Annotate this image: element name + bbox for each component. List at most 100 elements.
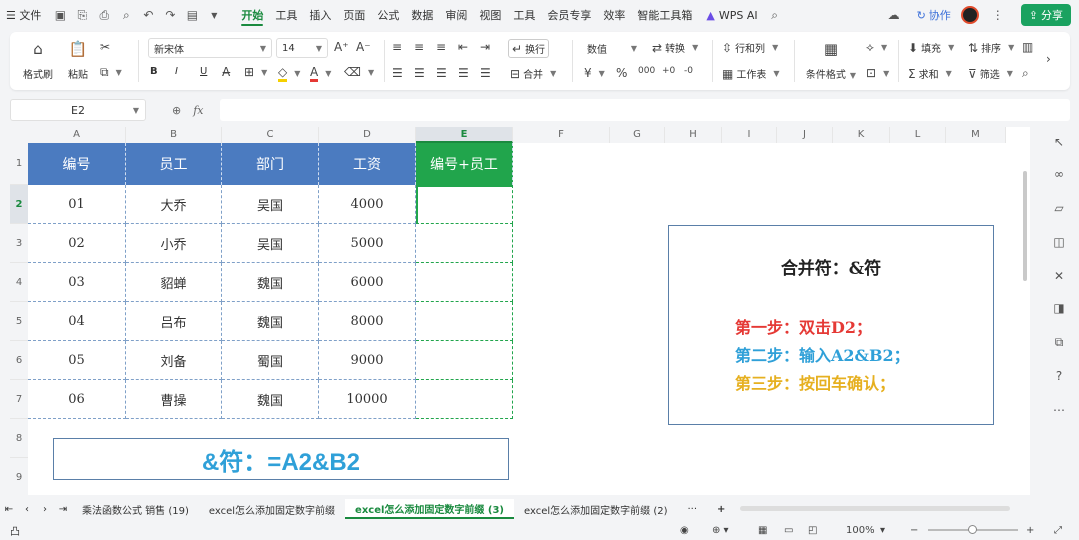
decrease-decimal-icon[interactable]: -0 bbox=[684, 66, 693, 76]
shape-icon[interactable]: ▱ bbox=[1050, 199, 1068, 217]
convert-button[interactable]: ⇄ 转换 ▼ bbox=[652, 40, 698, 56]
table-cell[interactable]: 魏国 bbox=[222, 302, 319, 341]
select-all-corner[interactable] bbox=[10, 127, 28, 143]
bold-button[interactable]: B bbox=[150, 66, 158, 77]
header-cell[interactable]: 工资 bbox=[319, 143, 416, 185]
distribute-icon[interactable]: ☰ bbox=[480, 66, 491, 80]
tab-member[interactable]: 会员专享 bbox=[541, 0, 597, 30]
table-cell[interactable] bbox=[416, 263, 513, 302]
sheet-tab-3[interactable]: excel怎么添加固定数字前缀 (3) bbox=[345, 499, 514, 519]
sheet-tab-2[interactable]: excel怎么添加固定数字前缀 bbox=[199, 499, 345, 519]
undo-icon[interactable]: ↶ bbox=[139, 6, 157, 24]
fx-icon[interactable]: fx bbox=[193, 104, 203, 117]
table-cell[interactable]: 05 bbox=[28, 341, 126, 380]
link-icon[interactable]: ∞ bbox=[1050, 165, 1068, 183]
column-header-a[interactable]: A bbox=[28, 127, 126, 143]
help-icon[interactable]: ? bbox=[1050, 367, 1068, 385]
fullscreen-icon[interactable]: ⤢ bbox=[1054, 525, 1062, 536]
page-layout-icon[interactable]: ▭ bbox=[784, 525, 793, 536]
horizontal-scrollbar[interactable] bbox=[740, 506, 1010, 511]
number-format-select[interactable]: 数值 ▼ bbox=[582, 38, 642, 58]
table-cell[interactable]: 蜀国 bbox=[222, 341, 319, 380]
border-icon[interactable]: ⊞ ▼ bbox=[244, 65, 267, 79]
sheet-tab-1[interactable]: 乘法函数公式 销售 (19) bbox=[72, 499, 199, 519]
select-cursor-icon[interactable]: ↖ bbox=[1050, 133, 1068, 151]
align-top-icon[interactable]: ≡ bbox=[392, 40, 402, 54]
worksheet-grid[interactable]: ABCDEFGHIJKLM 123456789 编号 员工 部门 工资 编号+员工 01 大… bbox=[10, 127, 1030, 495]
justify-icon[interactable]: ☰ bbox=[458, 66, 469, 80]
table-cell[interactable] bbox=[416, 224, 513, 263]
cell-style-icon[interactable]: ⟡ ▼ bbox=[866, 40, 887, 55]
indent-decrease-icon[interactable]: ⇤ bbox=[458, 40, 468, 54]
backup-icon[interactable]: ⧉ bbox=[1050, 333, 1068, 351]
align-center-icon[interactable]: ☰ bbox=[414, 66, 425, 80]
tab-view[interactable]: 视图 bbox=[473, 0, 507, 30]
book-icon[interactable]: ◨ bbox=[1050, 299, 1068, 317]
tab-tools-2[interactable]: 工具 bbox=[507, 0, 541, 30]
column-header-j[interactable]: J bbox=[777, 127, 833, 143]
increase-font-icon[interactable]: A⁺ bbox=[334, 40, 349, 54]
ribbon-scroll-right-icon[interactable]: › bbox=[1046, 52, 1051, 66]
indent-increase-icon[interactable]: ⇥ bbox=[480, 40, 490, 54]
table-cell[interactable]: 9000 bbox=[319, 341, 416, 380]
row-header-4[interactable]: 4 bbox=[10, 263, 28, 302]
active-cell[interactable] bbox=[416, 185, 513, 224]
vertical-scrollbar[interactable] bbox=[1020, 143, 1030, 488]
avatar[interactable] bbox=[960, 6, 979, 24]
vertical-scroll-thumb[interactable] bbox=[1023, 171, 1027, 281]
tab-page[interactable]: 页面 bbox=[337, 0, 371, 30]
table-cell[interactable]: 04 bbox=[28, 302, 126, 341]
table-cell[interactable]: 06 bbox=[28, 380, 126, 419]
tab-smart-toolbox[interactable]: 智能工具箱 bbox=[631, 0, 698, 30]
tab-review[interactable]: 审阅 bbox=[439, 0, 473, 30]
strikethrough-icon[interactable]: A̶ bbox=[222, 65, 230, 79]
next-sheet-icon[interactable]: › bbox=[36, 504, 54, 515]
table-cell[interactable]: 大乔 bbox=[126, 185, 222, 224]
currency-icon[interactable]: ¥ ▼ bbox=[584, 66, 605, 80]
table-cell[interactable]: 小乔 bbox=[126, 224, 222, 263]
cell-border-icon[interactable]: ⊡ ▼ bbox=[866, 66, 889, 80]
table-cell[interactable] bbox=[416, 341, 513, 380]
column-header-g[interactable]: G bbox=[610, 127, 665, 143]
table-cell[interactable]: 吕布 bbox=[126, 302, 222, 341]
worksheet-button[interactable]: ▦ 工作表 ▼ bbox=[722, 66, 780, 82]
sort-button[interactable]: ⇅ 排序 ▼ bbox=[968, 40, 1014, 56]
fill-button[interactable]: ⬇ 填充 ▼ bbox=[908, 40, 954, 56]
font-name-select[interactable]: 新宋体 ▼ bbox=[148, 38, 272, 58]
column-header-b[interactable]: B bbox=[126, 127, 222, 143]
row-header-3[interactable]: 3 bbox=[10, 224, 28, 263]
sheet-tab-4[interactable]: excel怎么添加固定数字前缀 (2) bbox=[514, 499, 678, 519]
zoom-chevron-icon[interactable]: ▾ bbox=[880, 525, 885, 536]
tab-efficiency[interactable]: 效率 bbox=[597, 0, 631, 30]
zoom-out-icon[interactable]: − bbox=[910, 525, 918, 536]
table-cell[interactable]: 刘备 bbox=[126, 341, 222, 380]
clear-format-icon[interactable]: ⌫ ▼ bbox=[344, 65, 374, 79]
table-cell[interactable] bbox=[416, 380, 513, 419]
column-header-c[interactable]: C bbox=[222, 127, 319, 143]
row-header-2[interactable]: 2 bbox=[10, 185, 28, 224]
row-header-5[interactable]: 5 bbox=[10, 302, 28, 341]
thousands-icon[interactable]: 000 bbox=[638, 66, 655, 76]
row-header-9[interactable]: 9 bbox=[10, 458, 28, 495]
tools-icon[interactable]: ✕ bbox=[1050, 267, 1068, 285]
more-options-icon[interactable]: ⋯ bbox=[1050, 401, 1068, 419]
tab-insert[interactable]: 插入 bbox=[303, 0, 337, 30]
table-cell[interactable]: 魏国 bbox=[222, 263, 319, 302]
more-icon[interactable]: ⋮ bbox=[989, 6, 1007, 24]
share-button[interactable]: ⇪ 分享 bbox=[1020, 4, 1071, 26]
add-sheet-button[interactable]: + bbox=[707, 499, 735, 519]
percent-icon[interactable]: % bbox=[616, 66, 627, 80]
column-header-h[interactable]: H bbox=[665, 127, 722, 143]
table-cell[interactable]: 6000 bbox=[319, 263, 416, 302]
tab-tools[interactable]: 工具 bbox=[269, 0, 303, 30]
zoom-search-icon[interactable]: ⊕ bbox=[172, 104, 181, 117]
align-bottom-icon[interactable]: ≡ bbox=[436, 40, 446, 54]
column-header-i[interactable]: I bbox=[722, 127, 777, 143]
cond-format-button[interactable]: ▦ 条件格式 ▼ bbox=[804, 38, 858, 81]
zoom-in-icon[interactable]: + bbox=[1026, 525, 1034, 536]
table-cell[interactable]: 4000 bbox=[319, 185, 416, 224]
table-cell[interactable]: 5000 bbox=[319, 224, 416, 263]
filter-button[interactable]: ⊽ 筛选 ▼ bbox=[968, 66, 1013, 82]
formula-input[interactable] bbox=[220, 99, 1070, 121]
align-middle-icon[interactable]: ≡ bbox=[414, 40, 424, 54]
